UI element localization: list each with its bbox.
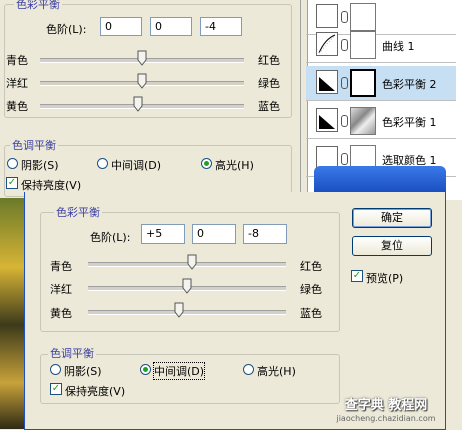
bg-levels-label: 色阶(L): bbox=[46, 23, 87, 36]
dialog-slider-3-right-label: 蓝色 bbox=[300, 307, 322, 320]
layer-name[interactable]: 曲线 1 bbox=[382, 38, 415, 54]
bg-slider-2-thumb[interactable] bbox=[137, 73, 147, 89]
dialog-radio-highlights-label[interactable]: 高光(H) bbox=[257, 363, 296, 379]
dialog-title-bar[interactable] bbox=[314, 166, 446, 192]
link-chain-icon bbox=[341, 153, 348, 165]
dialog-preserve-label[interactable]: 保持亮度(V) bbox=[65, 383, 125, 399]
bg-slider-3-left-label: 黄色 bbox=[6, 100, 28, 113]
link-chain-icon bbox=[341, 77, 348, 89]
dialog-levels-label: 色阶(L): bbox=[90, 231, 131, 244]
bg-slider-2-right-label: 绿色 bbox=[258, 77, 280, 90]
color-balance-adjustment-icon bbox=[316, 70, 338, 94]
dialog-level-input-1[interactable]: +5 bbox=[141, 224, 185, 244]
layer-mask-thumbnail[interactable] bbox=[350, 107, 376, 135]
bg-level-input-3[interactable]: -4 bbox=[200, 17, 242, 36]
dialog-slider-2-right-label: 绿色 bbox=[300, 283, 322, 296]
layer-mask-thumbnail[interactable] bbox=[350, 69, 376, 97]
link-chain-icon bbox=[341, 11, 348, 23]
dialog-slider-1-right-label: 红色 bbox=[300, 260, 322, 273]
bg-slider-3-thumb[interactable] bbox=[133, 96, 143, 112]
bg-slider-1-right-label: 红色 bbox=[258, 54, 280, 67]
bg-slider-2-left-label: 洋红 bbox=[6, 77, 28, 90]
site-watermark-url: jiaocheng.chazidian.com bbox=[336, 414, 436, 423]
layer-row-curves[interactable]: 曲线 1 bbox=[306, 28, 456, 63]
photo-canvas-strip bbox=[0, 198, 24, 429]
dialog-slider-3-thumb[interactable] bbox=[174, 302, 184, 318]
dialog-slider-1-left-label: 青色 bbox=[50, 260, 72, 273]
dialog-radio-highlights[interactable] bbox=[243, 364, 254, 375]
dialog-slider-2-left-label: 洋红 bbox=[50, 283, 72, 296]
dialog-preserve-checkbox[interactable]: ✓ bbox=[50, 383, 62, 395]
layer-row-color-balance-1[interactable]: 色彩平衡 1 bbox=[306, 104, 456, 139]
dialog-radio-shadows-label[interactable]: 阴影(S) bbox=[64, 363, 102, 379]
layer-name[interactable]: 色彩平衡 2 bbox=[382, 76, 437, 92]
color-balance-adjustment-icon bbox=[316, 108, 338, 132]
layer-mask-thumbnail[interactable] bbox=[350, 3, 376, 31]
dialog-radio-shadows[interactable] bbox=[50, 364, 61, 375]
bg-level-input-1[interactable]: 0 bbox=[100, 17, 142, 36]
dialog-slider-2-thumb[interactable] bbox=[182, 278, 192, 294]
preview-label[interactable]: 预览(P) bbox=[366, 270, 403, 286]
curves-adjustment-icon bbox=[316, 32, 338, 56]
ok-button[interactable]: 确定 bbox=[352, 208, 432, 228]
dialog-radio-midtones-label[interactable]: 中间调(D) bbox=[152, 362, 206, 380]
adjustment-layer-icon bbox=[316, 4, 338, 28]
dialog-level-input-3[interactable]: -8 bbox=[243, 224, 287, 244]
layer-name[interactable]: 色彩平衡 1 bbox=[382, 114, 437, 130]
bg-level-input-2[interactable]: 0 bbox=[150, 17, 192, 36]
preview-checkbox[interactable]: ✓ bbox=[351, 270, 363, 282]
bg-slider-3-right-label: 蓝色 bbox=[258, 100, 280, 113]
bg-preserve-checkbox[interactable]: ✓ bbox=[6, 177, 18, 189]
dialog-slider-3-left-label: 黄色 bbox=[50, 307, 72, 320]
site-watermark: 查字典 教程网 jiaocheng.chazidian.com bbox=[322, 398, 450, 428]
bg-radio-shadows[interactable] bbox=[7, 158, 18, 169]
dialog-radio-midtones[interactable] bbox=[140, 364, 151, 375]
site-watermark-title: 查字典 教程网 bbox=[344, 398, 428, 413]
link-chain-icon bbox=[341, 115, 348, 127]
dialog-slider-3-track[interactable] bbox=[88, 310, 286, 315]
dialog-tone-group-title: 色调平衡 bbox=[48, 345, 96, 361]
link-chain-icon bbox=[341, 39, 348, 51]
bg-tone-group-title: 色调平衡 bbox=[10, 137, 58, 153]
dialog-slider-1-thumb[interactable] bbox=[187, 254, 197, 270]
dialog-group-title: 色彩平衡 bbox=[54, 204, 102, 220]
bg-group-title: 色彩平衡 bbox=[14, 0, 62, 12]
reset-button[interactable]: 复位 bbox=[352, 236, 432, 256]
dialog-level-input-2[interactable]: 0 bbox=[192, 224, 236, 244]
layer-row-color-balance-2[interactable]: 色彩平衡 2 bbox=[306, 66, 456, 101]
layer-mask-thumbnail[interactable] bbox=[350, 31, 376, 59]
bg-slider-1-left-label: 青色 bbox=[6, 54, 28, 67]
bg-slider-1-thumb[interactable] bbox=[137, 50, 147, 66]
